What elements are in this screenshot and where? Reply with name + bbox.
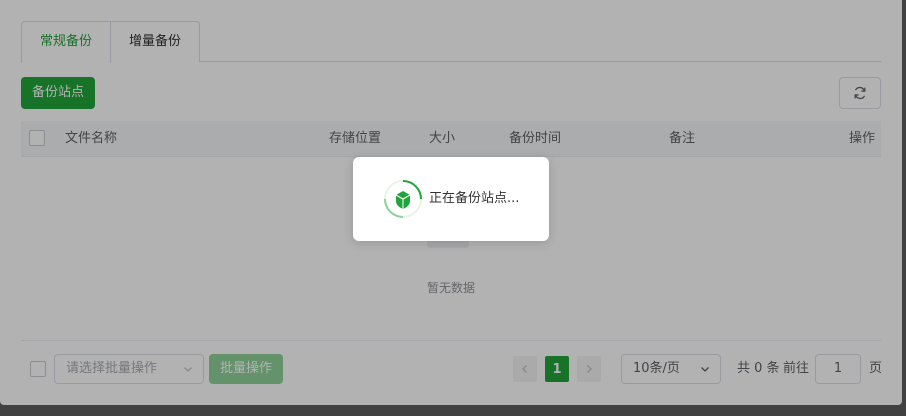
loading-message: 正在备份站点... [429, 191, 520, 206]
shield-icon [384, 180, 422, 218]
loading-toast: 正在备份站点... [353, 157, 549, 241]
